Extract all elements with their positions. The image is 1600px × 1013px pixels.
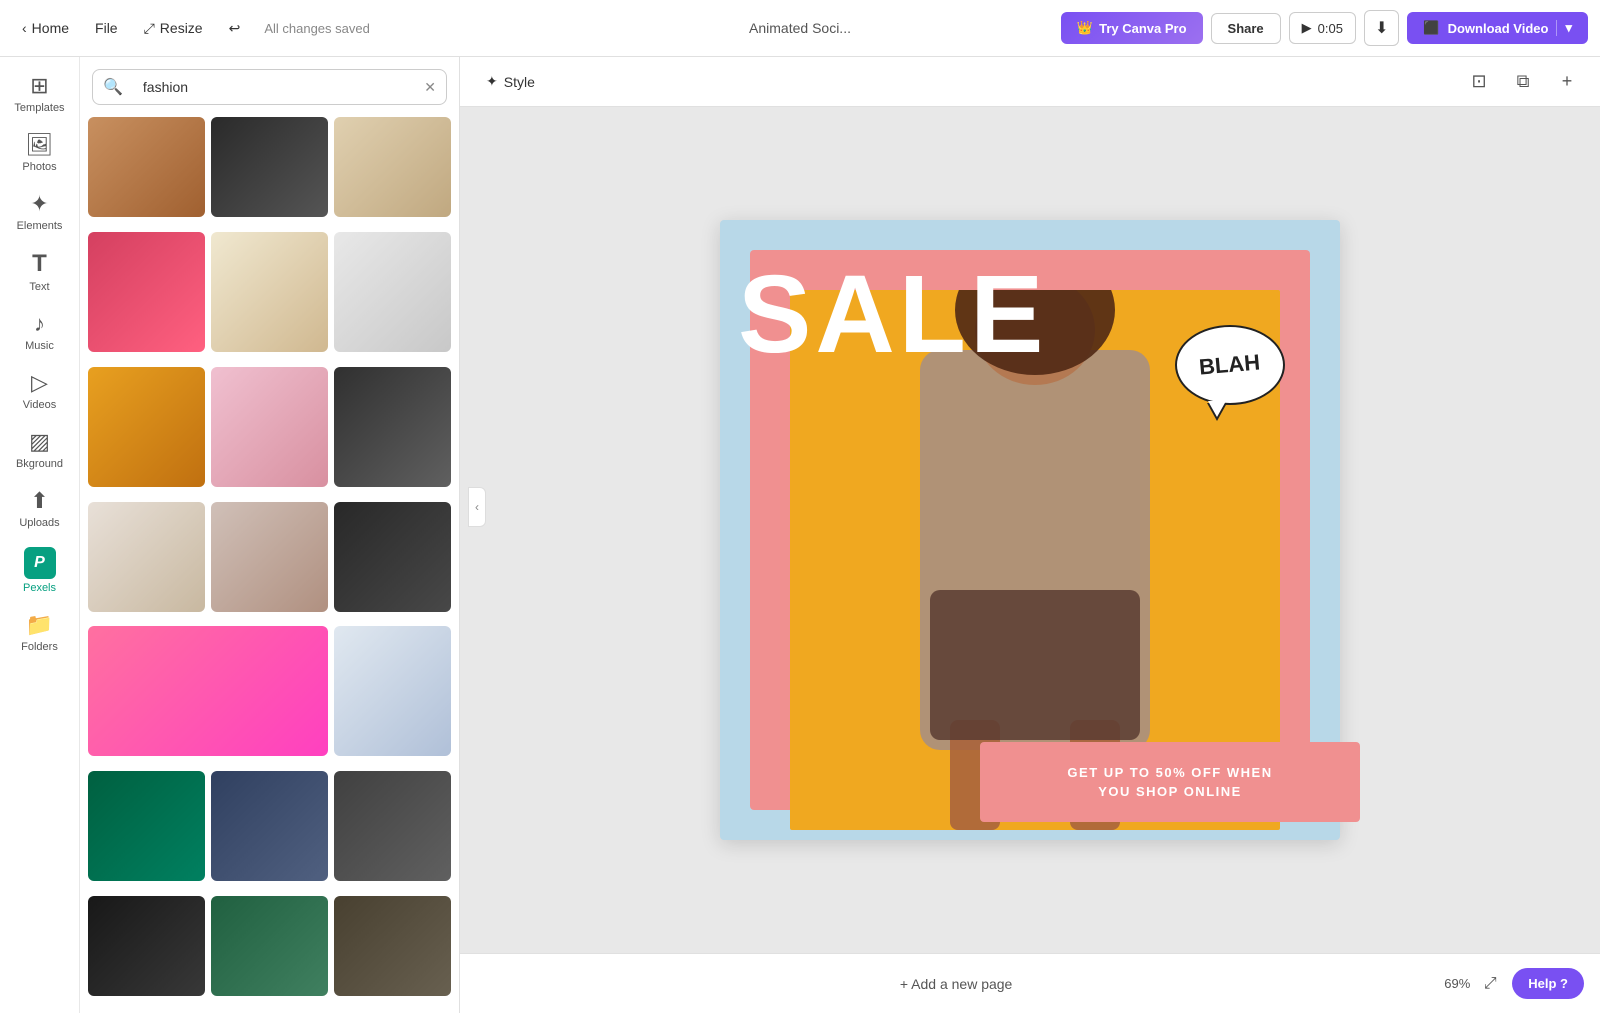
text-icon: T [32,250,47,278]
list-item[interactable] [334,626,451,756]
download-video-button[interactable]: ⬛ Download Video ▾ [1407,12,1588,44]
uploads-icon: ⬆ [30,488,48,514]
videos-icon: ▷ [31,370,48,396]
list-item[interactable] [334,117,451,217]
banner-text: GET UP TO 50% OFF WHEN YOU SHOP ONLINE [1067,763,1272,802]
duplicate-icon-button[interactable]: ⧉ [1506,65,1540,99]
sidebar: ⊞ Templates 🖼 Photos ✦ Elements T Text ♪… [0,57,80,1013]
zoom-expand-button[interactable]: ⤢ [1476,970,1504,998]
list-item[interactable] [334,367,451,487]
sale-text: SALE [738,260,1047,370]
chevron-left-icon: ‹ [22,20,27,36]
sidebar-item-folders[interactable]: 📁 Folders [5,604,75,661]
list-item[interactable] [334,232,451,352]
top-navigation: ‹ Home File ⤢ Resize ↩ All changes saved… [0,0,1600,57]
add-page-button[interactable]: + Add a new page [476,966,1436,1002]
pexels-logo: P [24,547,56,579]
saved-status: All changes saved [264,21,370,36]
list-item[interactable] [88,626,328,756]
resize-button[interactable]: ⤢ Resize [134,14,213,43]
play-button[interactable]: ▶ 0:05 [1289,12,1356,44]
main-layout: ⊞ Templates 🖼 Photos ✦ Elements T Text ♪… [0,57,1600,1013]
list-item[interactable] [211,232,328,352]
list-item[interactable] [211,367,328,487]
download-icon-button[interactable]: ⬇ [1364,10,1399,46]
list-item[interactable] [211,502,328,612]
search-icon: 🔍 [93,77,133,97]
list-item[interactable] [88,232,205,352]
photos-panel: 🔍 ✕ [80,57,460,1013]
crown-icon: 👑 [1077,20,1093,36]
canvas-viewport[interactable]: SALE BLAH GET UP TO 50% OFF WHEN YOU SHO… [460,107,1600,953]
zoom-controls: 69% ⤢ [1444,970,1504,998]
list-item[interactable] [211,117,328,217]
panel-collapse-handle[interactable]: ‹ [468,487,486,527]
resize-icon: ⤢ [144,20,155,37]
sidebar-item-music[interactable]: ♪ Music [5,303,75,360]
sidebar-item-templates[interactable]: ⊞ Templates [5,65,75,122]
dropdown-caret-icon: ▾ [1556,20,1572,36]
sidebar-item-text[interactable]: T Text [5,242,75,301]
sidebar-item-elements[interactable]: ✦ Elements [5,183,75,240]
design-canvas: SALE BLAH GET UP TO 50% OFF WHEN YOU SHO… [720,220,1340,840]
undo-icon: ↩ [229,20,241,37]
add-icon-button[interactable]: + [1550,65,1584,99]
list-item[interactable] [211,771,328,881]
list-item[interactable] [211,896,328,996]
list-item[interactable] [334,771,451,881]
sidebar-item-photos[interactable]: 🖼 Photos [5,124,75,181]
list-item[interactable] [334,896,451,996]
help-button[interactable]: Help ? [1512,968,1584,999]
zoom-level: 69% [1444,976,1470,991]
canvas-toolbar: ✦ Style ⊡ ⧉ + [460,57,1600,107]
search-input[interactable] [133,70,414,104]
sidebar-item-background[interactable]: ▨ Bkground [5,421,75,478]
search-bar: 🔍 ✕ [92,69,447,105]
background-icon: ▨ [29,429,50,455]
duplicate-icon: ⧉ [1517,71,1530,92]
home-button[interactable]: ‹ Home [12,14,79,42]
list-item[interactable] [334,502,451,612]
crop-icon: ⊡ [1471,71,1486,92]
bottom-sale-banner: GET UP TO 50% OFF WHEN YOU SHOP ONLINE [980,742,1360,822]
templates-icon: ⊞ [30,73,48,99]
download-icon: ⬇ [1375,20,1388,37]
file-button[interactable]: File [85,14,128,42]
style-button[interactable]: ✦ Style [476,67,545,96]
photos-icon: 🖼 [26,132,54,158]
list-item[interactable] [88,896,205,996]
list-item[interactable] [88,502,205,612]
image-grid [80,117,459,1013]
share-button[interactable]: Share [1211,13,1281,44]
sidebar-item-videos[interactable]: ▷ Videos [5,362,75,419]
speech-bubble: BLAH [1175,325,1285,405]
style-icon: ✦ [486,73,498,90]
clear-search-icon[interactable]: ✕ [414,79,446,96]
sidebar-item-uploads[interactable]: ⬆ Uploads [5,480,75,537]
blah-text: BLAH [1198,350,1261,379]
add-icon: + [1562,71,1573,92]
crop-icon-button[interactable]: ⊡ [1462,65,1496,99]
music-icon: ♪ [34,311,45,337]
play-icon: ▶ [1302,20,1312,36]
folders-icon: 📁 [26,612,53,638]
canvas-toolbar-right: ⊡ ⧉ + [1462,65,1584,99]
try-pro-button[interactable]: 👑 Try Canva Pro [1061,12,1203,44]
list-item[interactable] [88,117,205,217]
sidebar-item-pexels[interactable]: P Pexels [5,539,75,602]
list-item[interactable] [88,367,205,487]
elements-icon: ✦ [30,191,48,217]
bottom-bar: + Add a new page 69% ⤢ Help ? [460,953,1600,1013]
canvas-area: ✦ Style ⊡ ⧉ + [460,57,1600,1013]
list-item[interactable] [88,771,205,881]
video-download-icon: ⬛ [1423,20,1439,36]
document-title[interactable]: Animated Soci... [739,16,861,40]
nav-right-actions: 👑 Try Canva Pro Share ▶ 0:05 ⬇ ⬛ Downloa… [1061,10,1588,46]
undo-button[interactable]: ↩ [219,14,251,43]
